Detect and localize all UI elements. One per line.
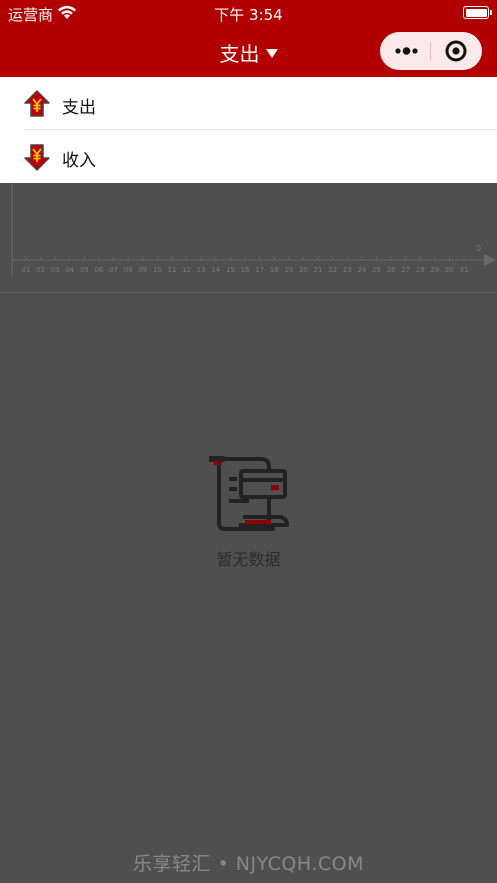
x-tick-label: 02 xyxy=(36,266,45,274)
x-tick-label: 09 xyxy=(138,266,147,274)
yuan-arrow-up-icon xyxy=(24,90,50,118)
x-tick-label: 25 xyxy=(372,266,381,274)
type-dropdown: 支出 收入 xyxy=(0,77,497,183)
status-time: 下午 3:54 xyxy=(214,6,283,24)
capsule-divider xyxy=(430,42,431,60)
x-tick-label: 19 xyxy=(284,266,293,274)
x-tick-label: 21 xyxy=(314,266,323,274)
x-tick-label: 01 xyxy=(22,266,31,274)
x-tick-label: 16 xyxy=(241,266,250,274)
mini-program-capsule xyxy=(380,32,482,70)
dropdown-item-label: 收入 xyxy=(62,151,96,171)
x-tick-label: 12 xyxy=(182,266,191,274)
chart-bottom-divider xyxy=(0,292,497,293)
x-tick-label: 18 xyxy=(270,266,279,274)
yuan-arrow-down-icon xyxy=(24,143,50,171)
status-bar: 运营商 下午 3:54 xyxy=(0,0,497,26)
x-tick-label: 20 xyxy=(299,266,308,274)
x-tick-label: 05 xyxy=(80,266,89,274)
nav-title-label: 支出 xyxy=(219,42,260,66)
x-tick-label: 22 xyxy=(328,266,337,274)
empty-state-text: 暂无数据 xyxy=(216,550,281,569)
x-tick-label: 28 xyxy=(416,266,425,274)
daily-chart: 0 01 02 03 04 05 06 07 08 09 10 11 12 13 14 15 16 17 18 19 2… xyxy=(0,183,497,293)
nav-bar: 支出 xyxy=(0,26,497,77)
x-tick-label: 11 xyxy=(168,266,177,274)
empty-receipt-icon xyxy=(207,455,290,531)
x-tick-label: 06 xyxy=(95,266,104,274)
dropdown-item-expense[interactable]: 支出 xyxy=(0,77,497,130)
x-tick-label: 30 xyxy=(445,266,454,274)
x-tick-label: 13 xyxy=(197,266,206,274)
caret-down-icon xyxy=(265,49,278,58)
x-tick-label: 24 xyxy=(357,266,366,274)
x-tick-label: 03 xyxy=(51,266,60,274)
x-tick-label: 07 xyxy=(109,266,118,274)
battery-icon xyxy=(463,6,492,19)
x-tick-label: 27 xyxy=(401,266,410,274)
x-tick-label: 10 xyxy=(153,266,162,274)
dropdown-item-income[interactable]: 收入 xyxy=(0,130,497,183)
x-tick-label: 31 xyxy=(460,266,469,274)
x-tick-label: 04 xyxy=(65,266,74,274)
x-tick-label: 17 xyxy=(255,266,264,274)
x-tick-label: 08 xyxy=(124,266,133,274)
watermark-text: 乐享轻汇 • NJYCQH.COM xyxy=(133,853,364,875)
x-tick-label: 29 xyxy=(430,266,439,274)
x-tick-label: 26 xyxy=(387,266,396,274)
more-dots-icon[interactable] xyxy=(392,32,430,70)
x-tick-label: 15 xyxy=(226,266,235,274)
target-circle-icon[interactable] xyxy=(436,32,476,70)
x-tick-label: 23 xyxy=(343,266,352,274)
dropdown-item-label: 支出 xyxy=(62,98,96,118)
x-axis-arrow xyxy=(484,254,496,266)
x-tick-label: 14 xyxy=(211,266,220,274)
y-axis-start-label: 0 xyxy=(476,244,481,253)
chart-svg: 0 01 02 03 04 05 06 07 08 09 10 11 12 13 14 15 16 17 18 19 2… xyxy=(11,183,496,277)
